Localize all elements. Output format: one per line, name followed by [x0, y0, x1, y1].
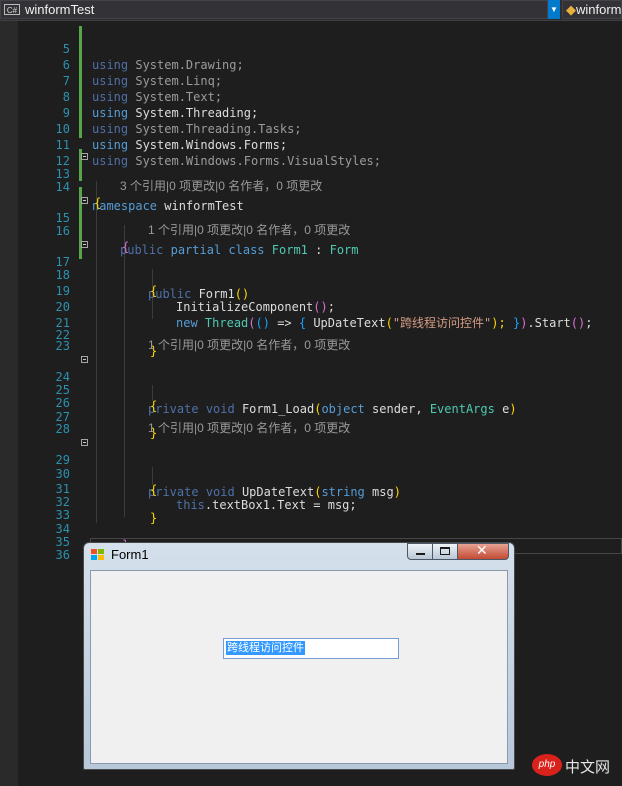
codelens-text[interactable]: 3 个引用|0 项更改|0 名作者，0 项更改: [120, 178, 322, 194]
code-line: 28: [0, 405, 622, 436]
form1-window[interactable]: Form1 ✕ 跨线程访问控件: [83, 542, 515, 770]
codelens-hint[interactable]: 1 个引用|0 项更改|0 名作者，0 项更改: [0, 420, 622, 436]
textbox1[interactable]: 跨线程访问控件: [223, 638, 399, 659]
caption-buttons: ✕: [407, 543, 511, 562]
code-line: 9 using System.Threading.Tasks;: [0, 89, 622, 136]
code-line: 7 using System.Text;: [0, 57, 622, 104]
code-line: 20 new Thread(() => { UpDateText("跨线程访问控…: [0, 283, 622, 330]
collapse-icon[interactable]: [81, 439, 88, 446]
type-dropdown[interactable]: ◆winform: [562, 0, 622, 19]
window-title: Form1: [111, 547, 149, 562]
form-client-area: 跨线程访问控件: [90, 570, 508, 764]
code-line: 30 {: [0, 450, 622, 497]
code-line: 16 {: [0, 207, 622, 254]
line-number: 36: [55, 548, 70, 562]
chevron-down-icon[interactable]: ▼: [548, 0, 560, 19]
watermark-text: 中文网: [565, 759, 611, 776]
code-line: 18 {: [0, 251, 622, 298]
code-line: 11 using System.Windows.Forms.VisualStyl…: [0, 121, 622, 168]
maximize-button[interactable]: [432, 543, 458, 560]
codelens-text[interactable]: 1 个引用|0 项更改|0 名作者，0 项更改: [148, 420, 350, 436]
close-button[interactable]: ✕: [457, 543, 509, 560]
collapse-icon[interactable]: [81, 241, 88, 248]
codelens-text[interactable]: 1 个引用|0 项更改|0 名作者，0 项更改: [148, 222, 350, 238]
collapse-icon[interactable]: [81, 197, 88, 204]
maximize-icon: [440, 547, 450, 555]
codelens-hint[interactable]: 3 个引用|0 项更改|0 名作者，0 项更改: [0, 178, 622, 194]
textbox1-selected-text[interactable]: 跨线程访问控件: [226, 641, 305, 655]
type-dropdown-label: winform: [576, 2, 622, 17]
code-line: 10 using System.Windows.Forms;: [0, 105, 622, 152]
project-name: winformTest: [25, 2, 95, 17]
code-line: 8 using System.Threading;: [0, 73, 622, 120]
minimize-button[interactable]: [407, 543, 433, 560]
collapse-icon[interactable]: [81, 153, 88, 160]
csharp-project-icon: C#: [4, 4, 20, 15]
class-icon: ◆: [566, 2, 576, 17]
code-line: 6 using System.Linq;: [0, 41, 622, 88]
code-line: 5 using System.Drawing;: [0, 25, 622, 72]
codelens-text[interactable]: 1 个引用|0 项更改|0 名作者，0 项更改: [148, 337, 350, 353]
project-dropdown[interactable]: C# winformTest: [0, 0, 548, 19]
close-icon: ✕: [476, 543, 488, 559]
code-line: 23: [0, 322, 622, 353]
code-line: 14 {: [0, 163, 622, 210]
php-logo: php: [532, 754, 562, 776]
code-line: 19 InitializeComponent();: [0, 267, 622, 314]
collapse-icon[interactable]: [81, 356, 88, 363]
codelens-hint[interactable]: 1 个引用|0 项更改|0 名作者，0 项更改: [0, 337, 622, 353]
codelens-hint[interactable]: 1 个引用|0 项更改|0 名作者，0 项更改: [0, 222, 622, 238]
minimize-icon: [416, 553, 425, 555]
editor-navigation-bar: C# winformTest ▼ ◆winform: [0, 0, 622, 21]
window-icon: [91, 549, 104, 561]
